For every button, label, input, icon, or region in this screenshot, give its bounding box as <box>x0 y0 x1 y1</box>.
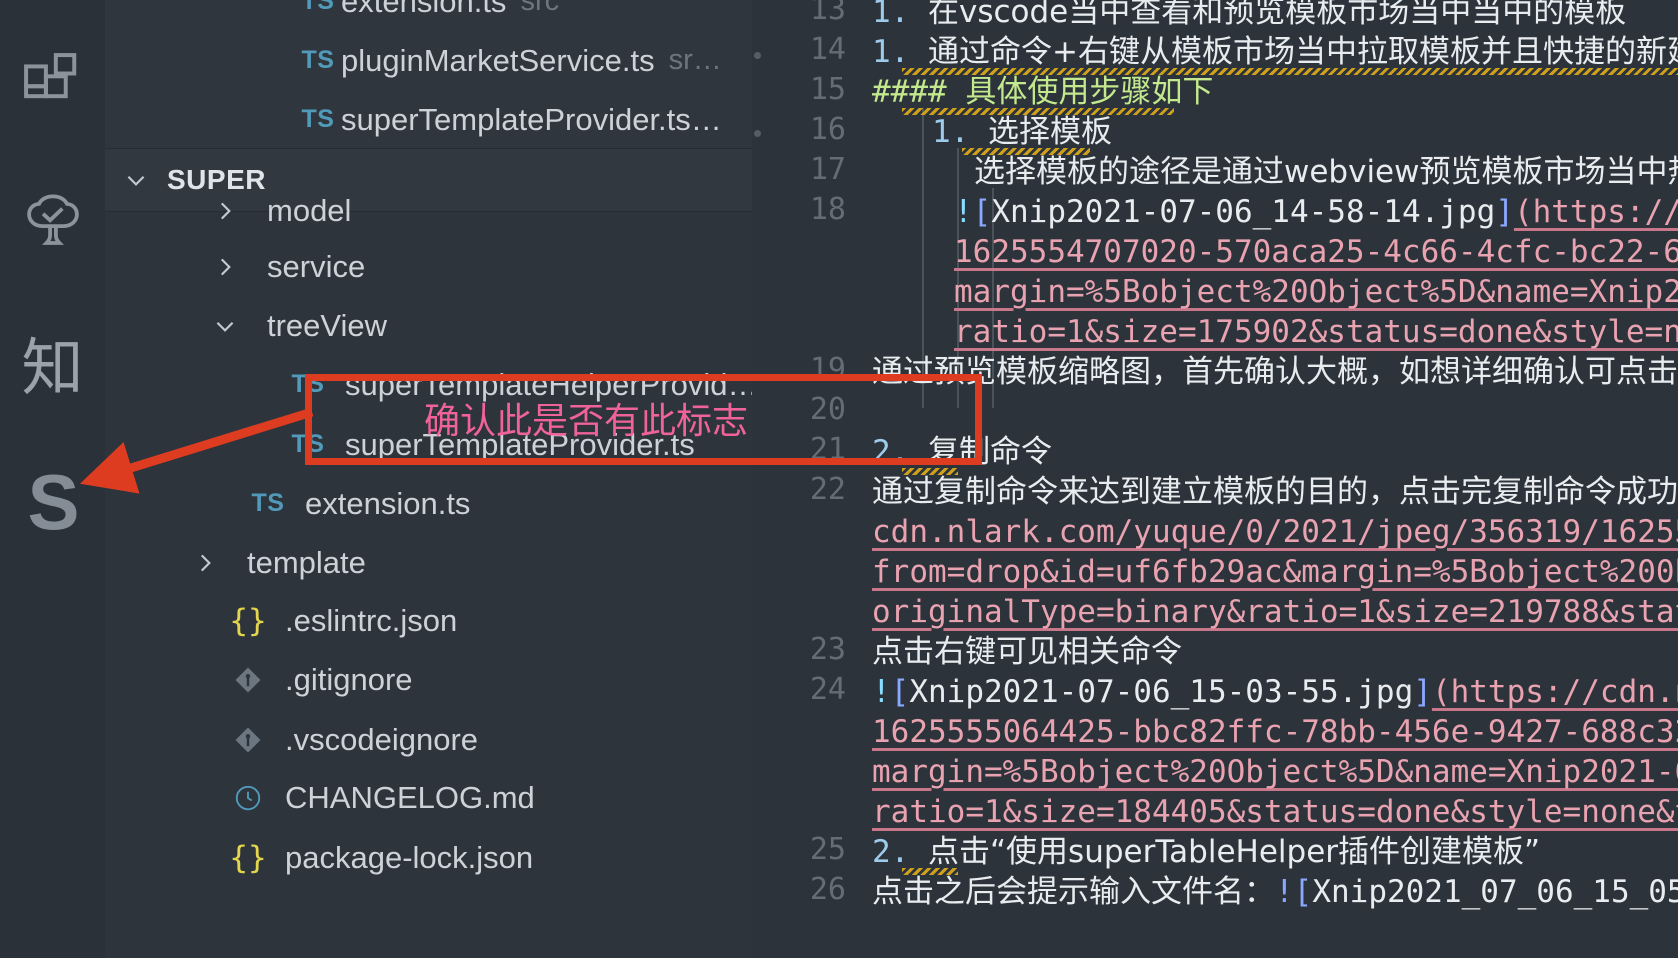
annotation-arrow-svg <box>79 407 314 494</box>
vscode-window: 知 S TS extension.ts src TS pluginMarketServi… <box>0 0 1678 958</box>
annotation-label: 确认此是否有此标志 <box>424 401 749 442</box>
annotation-arrow <box>79 407 314 494</box>
